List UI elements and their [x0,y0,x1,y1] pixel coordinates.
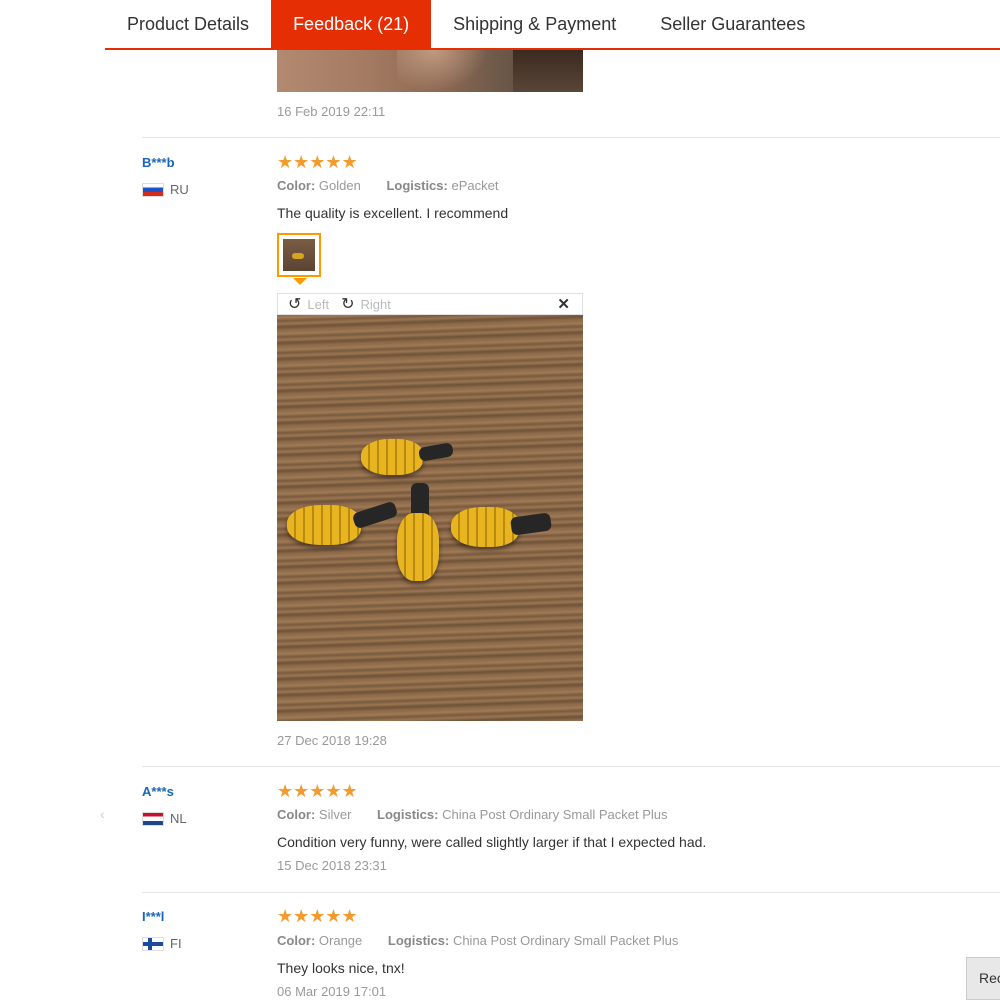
reviewer-country: NL [142,811,187,826]
flag-nl-icon [142,811,164,826]
tab-product-details[interactable]: Product Details [105,0,271,48]
star-rating: ★★★★★ [277,781,358,801]
country-code: FI [170,936,182,951]
divider [142,137,1000,138]
tab-seller-guarantees[interactable]: Seller Guarantees [638,0,827,48]
product-tabs: Product Details Feedback (21) Shipping &… [105,0,1000,50]
caret-icon [293,278,307,285]
flag-ru-icon [142,182,164,197]
review-thumbnail[interactable] [277,233,321,277]
star-rating: ★★★★★ [277,906,358,926]
logistics-key: Logistics: [386,178,448,193]
color-key: Color: [277,933,316,948]
tab-shipping-payment[interactable]: Shipping & Payment [431,0,638,48]
review-date: 16 Feb 2019 22:11 [277,104,386,119]
review-text: Condition very funny, were called slight… [277,834,707,850]
reviewer-country: RU [142,182,189,197]
rotate-right-icon[interactable]: ↻ [341,294,354,314]
review-photo[interactable] [277,50,583,92]
rotate-right-label[interactable]: Right [361,297,391,312]
photo-detail [397,50,487,92]
logistics-key: Logistics: [377,807,439,822]
review-photo-enlarged[interactable] [277,315,583,721]
flag-fi-icon [142,936,164,951]
reviewer-name: I***l [142,909,165,924]
image-viewer-toolbar: ↺ Left ↻ Right ✕ [277,293,583,315]
divider [142,766,1000,767]
color-key: Color: [277,178,316,193]
thumbnail-image [283,239,315,271]
recommend-button[interactable]: Rec [966,957,1000,1000]
color-value: Orange [318,933,363,948]
review-meta: Color: Golden Logistics: ePacket [277,178,498,193]
review-date: 27 Dec 2018 19:28 [277,733,387,748]
close-icon[interactable]: ✕ [557,295,570,313]
rotate-left-label[interactable]: Left [307,297,329,312]
country-code: NL [170,811,187,826]
photo-detail [513,50,583,92]
reviewer-name: B***b [142,155,175,170]
review-meta: Color: Orange Logistics: China Post Ordi… [277,933,678,948]
star-rating: ★★★★★ [277,152,358,172]
logistics-value: China Post Ordinary Small Packet Plus [442,807,668,822]
reviewer-country: FI [142,936,182,951]
color-value: Golden [318,178,361,193]
rotate-left-icon[interactable]: ↺ [288,294,301,314]
logistics-value: China Post Ordinary Small Packet Plus [452,933,679,948]
review-text: They looks nice, tnx! [277,960,405,976]
review-date: 15 Dec 2018 23:31 [277,858,387,873]
scroll-left-icon[interactable]: ‹ [100,806,105,822]
review-date: 06 Mar 2019 17:01 [277,984,387,999]
review-meta: Color: Silver Logistics: China Post Ordi… [277,807,668,822]
logistics-value: ePacket [451,178,499,193]
logistics-key: Logistics: [387,933,450,948]
review-text: The quality is excellent. I recommend [277,205,509,221]
color-value: Silver [318,807,352,822]
color-key: Color: [277,807,316,822]
tab-feedback[interactable]: Feedback (21) [271,0,432,48]
reviewer-name: A***s [142,784,174,799]
country-code: RU [170,182,189,197]
divider [142,892,1000,893]
